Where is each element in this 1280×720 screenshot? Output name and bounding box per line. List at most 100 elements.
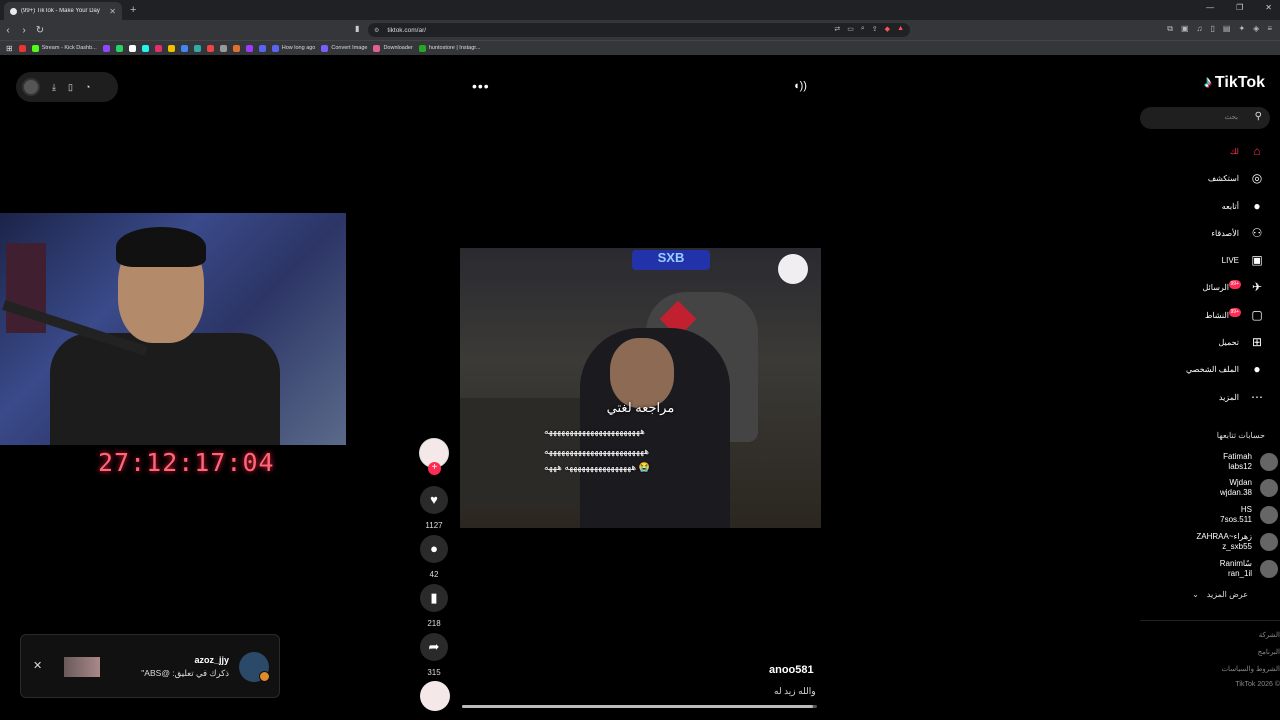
sidebar-nav-item[interactable]: ⊞ تحميل — [1219, 331, 1266, 353]
bookmark-item[interactable]: How long ago — [271, 44, 315, 52]
bookmark-item[interactable] — [180, 44, 188, 52]
maximize-icon[interactable]: ❐ — [1236, 3, 1243, 12]
sidebar-nav-item[interactable]: ▣ LIVE — [1222, 249, 1265, 271]
sidebar-nav-item[interactable]: ⚇ الأصدقاء — [1211, 222, 1265, 244]
media-icon[interactable]: ♫ — [1197, 24, 1203, 34]
new-tab-button[interactable]: + — [130, 4, 136, 16]
sidebar-nav-item[interactable]: ▢ 99+ النشاط — [1205, 304, 1265, 326]
sidebar-nav-label: النشاط — [1204, 310, 1229, 320]
bookmark-item[interactable] — [206, 44, 214, 52]
bookmark-item[interactable] — [128, 44, 136, 52]
footer-link[interactable]: الشركة — [1259, 631, 1280, 639]
bookmark-save-icon[interactable]: ▮ — [420, 584, 448, 612]
close-tab-icon[interactable]: ✕ — [109, 7, 116, 16]
share-arrow-icon[interactable]: ➦ — [420, 633, 448, 661]
sidebar-icon[interactable]: ▯ — [1211, 24, 1215, 34]
url-field[interactable]: ⚙ tiktok.com/ar/ ⇄ ▭ ⌕ ⇪ ◆ ▲ — [368, 23, 910, 37]
video-player[interactable]: SXB مراجعه لغتي هههههههههههههههههههههههه… — [460, 248, 821, 528]
cast-icon[interactable]: ▭ — [847, 25, 854, 33]
search-icon[interactable]: ⚲ — [1255, 111, 1262, 122]
following-account[interactable]: Fatimah labs12 — [1223, 450, 1278, 474]
profile-icon: ● — [1253, 362, 1261, 376]
bookmark-item[interactable] — [154, 44, 162, 52]
speed-icon[interactable]: ◔ — [85, 82, 90, 92]
tiktok-page: ⤓ ▯ ◔ ••• ◖)) 27:12:17:04 SXB مراجعه لغت… — [0, 56, 1280, 720]
bookmark-favicon-icon — [180, 44, 188, 52]
leo-icon[interactable]: ✦ — [1238, 24, 1245, 34]
brave-shield-icon[interactable]: ◆ — [885, 25, 890, 33]
more-options-icon[interactable]: ••• — [472, 78, 490, 94]
following-account[interactable]: ZAHRAA~زهراء z_sxb55 — [1196, 530, 1278, 554]
footer-link[interactable]: البرنامج — [1258, 648, 1280, 656]
video-author[interactable]: anoo581 — [769, 664, 814, 676]
bookmark-item[interactable] — [115, 44, 123, 52]
sidebar-nav-item[interactable]: ✈ 99+ الرسائل — [1203, 276, 1266, 298]
share-icon[interactable]: ⇪ — [872, 25, 878, 33]
following-account[interactable]: HS 7sos.511 — [1220, 503, 1278, 527]
sidebar-nav-item[interactable]: ● الملف الشخصي — [1186, 358, 1265, 380]
sidebar-nav-item[interactable]: ● أتابعه — [1222, 195, 1265, 217]
bookmark-item[interactable] — [18, 44, 26, 52]
bookmark-item[interactable]: Stream - Kick Dashb... — [31, 44, 97, 52]
extension-icon[interactable]: ⧉ — [1167, 24, 1173, 34]
search-input[interactable]: بحث ⚲ — [1140, 107, 1270, 129]
sidebar: ♪ TikTok بحث ⚲ ⌂ لك ◎ استكشف ● أتابعه ⚇ الأصدقا… — [1140, 56, 1280, 720]
bookmark-icon[interactable]: ▮ — [355, 24, 359, 33]
bookmark-item[interactable] — [232, 44, 240, 52]
volume-icon[interactable]: ◖)) — [793, 80, 807, 92]
bookmark-favicon-icon — [128, 44, 136, 52]
friends-icon: ⚇ — [1251, 226, 1263, 240]
tiktok-logo[interactable]: ♪ TikTok — [1204, 74, 1265, 92]
bookmark-item[interactable]: huntostore | Instagr... — [418, 44, 480, 52]
footer-link[interactable]: الشروط والسياسات — [1221, 665, 1280, 673]
menu-icon[interactable]: ≡ — [1267, 24, 1272, 34]
zoom-icon[interactable]: ⌕ — [861, 25, 865, 33]
bookmark-item[interactable] — [102, 44, 110, 52]
bookmark-item[interactable] — [258, 44, 266, 52]
bookmark-favicon-icon — [18, 44, 26, 52]
forward-icon[interactable]: › — [16, 25, 32, 36]
wallet-icon[interactable]: ▤ — [1223, 24, 1231, 34]
music-disc-avatar[interactable] — [420, 681, 450, 711]
like-icon[interactable]: ♥ — [420, 486, 448, 514]
bookmark-item[interactable]: Convert Image — [321, 44, 367, 52]
notification-toast[interactable]: ✕ azoz_jjy ذكرك في تعليق: @ABS" — [20, 634, 280, 698]
sidebar-nav-item[interactable]: ◎ استكشف — [1208, 167, 1265, 189]
following-account[interactable]: Ranimسًا ran_1il — [1220, 557, 1278, 581]
mobile-icon[interactable]: ▯ — [68, 82, 73, 93]
site-info-icon[interactable]: ⚙ — [374, 27, 379, 34]
bookmark-favicon-icon — [206, 44, 214, 52]
sidebar-nav-item[interactable]: ⌂ لك — [1230, 140, 1265, 162]
close-window-icon[interactable]: ✕ — [1265, 3, 1272, 12]
bookmark-item[interactable] — [167, 44, 175, 52]
comment-icon[interactable]: ● — [420, 535, 448, 563]
like-count: 1127 — [425, 521, 443, 530]
translate-icon[interactable]: ⇄ — [834, 25, 840, 33]
toast-video-thumbnail[interactable] — [64, 657, 100, 677]
bookmark-item[interactable] — [219, 44, 227, 52]
toolbar-avatar[interactable] — [22, 78, 40, 96]
video-progress-bar[interactable] — [462, 705, 817, 708]
download-icon[interactable]: ⤓ — [52, 82, 56, 93]
vpn-icon[interactable]: ◈ — [1253, 24, 1259, 34]
see-more-button[interactable]: عرض المزيد ⌄ — [1192, 590, 1248, 599]
bookmark-item[interactable] — [245, 44, 253, 52]
minimize-icon[interactable]: — — [1206, 3, 1214, 12]
following-account[interactable]: Wjdan wjdan.38 — [1220, 476, 1278, 500]
extension-icon[interactable]: ▣ — [1181, 24, 1189, 34]
sidebar-nav-label: لك — [1229, 146, 1239, 156]
follow-plus-icon[interactable]: + — [428, 462, 441, 475]
stream-timer: 27:12:17:04 — [98, 448, 275, 477]
apps-icon[interactable]: ⊞ — [6, 44, 13, 53]
back-icon[interactable]: ‹ — [0, 25, 16, 36]
rewards-icon[interactable]: ▲ — [897, 25, 904, 33]
bookmark-item[interactable] — [193, 44, 201, 52]
browser-tab[interactable]: (99+) TikTok - Make Your Day ✕ — [4, 2, 122, 20]
bookmark-item[interactable] — [141, 44, 149, 52]
sidebar-nav-item[interactable]: ⋯ المزيد — [1219, 386, 1265, 408]
reload-icon[interactable]: ↻ — [32, 25, 48, 36]
sidebar-nav-label: استكشف — [1207, 173, 1239, 183]
bookmark-item[interactable]: Downloader — [373, 44, 413, 52]
close-toast-icon[interactable]: ✕ — [33, 659, 42, 672]
url-text: tiktok.com/ar/ — [387, 26, 427, 34]
